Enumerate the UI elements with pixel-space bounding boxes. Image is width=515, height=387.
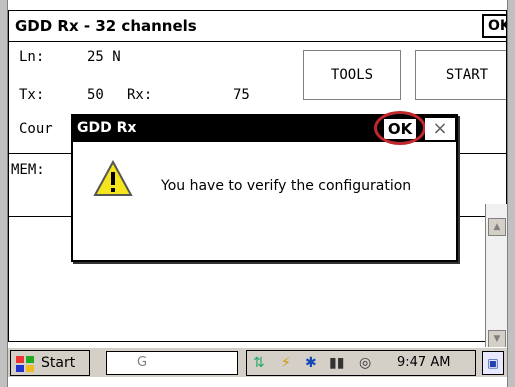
warning-dialog: GDD Rx OK × You have to verify the confi… <box>71 111 458 262</box>
tx-value: 50 <box>87 87 104 103</box>
tools-button[interactable]: TOOLS <box>303 50 401 100</box>
tx-label: Tx: <box>19 87 45 103</box>
rx-label: Rx: <box>127 87 153 103</box>
bluetooth-icon[interactable]: ✱ <box>305 355 317 371</box>
clock[interactable]: 9:47 AM <box>397 355 450 370</box>
power-icon[interactable]: ⚡ <box>281 355 291 371</box>
title-ok-button[interactable]: OK <box>482 14 506 38</box>
mem-label: MEM: <box>11 162 45 178</box>
title-bar: GDD Rx - 32 channels OK <box>9 11 506 42</box>
app-title: GDD Rx - 32 channels <box>15 17 197 35</box>
ln-value: 25 N <box>87 49 121 65</box>
scroll-up-icon[interactable]: ▲ <box>488 218 506 236</box>
start-button[interactable]: START <box>415 50 506 100</box>
ln-label: Ln: <box>19 49 45 65</box>
taskbar-window-button[interactable]: G <box>106 351 238 375</box>
show-desktop-icon[interactable]: ▣ <box>482 351 504 375</box>
left-frame <box>0 0 8 387</box>
scroll-down-icon[interactable]: ▼ <box>488 330 506 348</box>
taskbar: Start G ⇅ ⚡ ✱ ▮▮ ◎ 9:47 AM ▣ <box>8 347 507 377</box>
wifi-icon[interactable]: ▮▮ <box>329 355 344 371</box>
network-icon[interactable]: ⇅ <box>253 355 265 371</box>
signal-icon[interactable]: ◎ <box>359 355 371 371</box>
dialog-message: You have to verify the configuration <box>161 178 412 194</box>
dialog-ok-button[interactable]: OK <box>383 118 417 140</box>
rx-value: 75 <box>233 87 250 103</box>
vertical-scrollbar[interactable]: ▲ ▼ <box>485 204 507 364</box>
system-tray: ⇅ ⚡ ✱ ▮▮ ◎ 9:47 AM <box>246 350 476 376</box>
right-frame <box>507 0 515 387</box>
start-label: Start <box>41 355 76 371</box>
dialog-title: GDD Rx <box>77 120 137 136</box>
start-menu-button[interactable]: Start <box>10 350 90 376</box>
taskbar-window-label: G <box>137 355 148 370</box>
dialog-title-bar: GDD Rx OK × <box>73 111 456 145</box>
close-icon[interactable]: × <box>425 118 455 140</box>
count-label: Cour <box>19 121 53 137</box>
windows-logo-icon <box>16 356 34 372</box>
warning-icon <box>93 160 133 196</box>
